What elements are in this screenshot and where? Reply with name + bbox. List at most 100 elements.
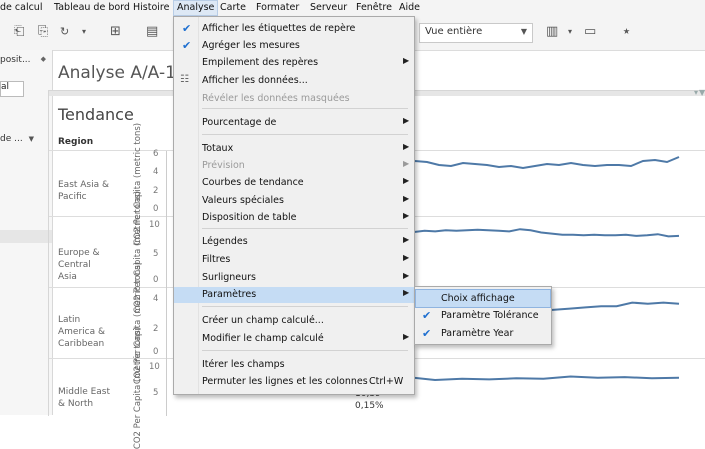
device-box-label: al [1, 82, 10, 92]
chevron-down-icon: ▼ [520, 27, 527, 36]
submenu-arrow-icon: ▶ [403, 116, 410, 125]
size-dropdown-label: de ... [0, 134, 23, 144]
menu-window[interactable]: Fenêtre [356, 2, 392, 13]
menu-item-label: Disposition de table [202, 212, 297, 223]
menu-item: Prévision ▶ [174, 158, 414, 174]
menu-item[interactable]: Permuter les lignes et les colonnes Ctrl+… [174, 374, 414, 390]
mark-label-percent: 0,15% [355, 401, 384, 411]
submenu-arrow-icon: ▶ [403, 159, 410, 168]
menu-item-label: Pourcentage de [202, 117, 277, 128]
menu-item-label: Surligneurs [202, 272, 257, 283]
chevron-down-icon: ◆ [40, 55, 46, 63]
presentation-icon[interactable]: ▭ [584, 24, 596, 39]
parameters-submenu: Choix affichage ✔ Paramètre Tolérance ✔ Para… [414, 286, 552, 345]
left-pane: posit... ◆ al de ... ▼ [0, 50, 53, 415]
analysis-menu: ✔ Afficher les étiquettes de repère ✔ Agrég… [173, 16, 415, 395]
menu-item-label: Empilement des repères [202, 57, 319, 68]
menu-item-label: Légendes [202, 236, 248, 247]
menu-item[interactable]: Pourcentage de ▶ [174, 115, 414, 131]
menu-analysis[interactable]: Analyse [173, 0, 219, 16]
menu-item-label: Créer un champ calculé... [202, 315, 324, 326]
menu-item-label: Totaux [202, 143, 234, 154]
size-dropdown[interactable]: de ... ▼ [0, 134, 46, 144]
check-icon: ✔ [182, 22, 192, 35]
menu-item-label: Valeurs spéciales [202, 195, 284, 206]
menu-item[interactable]: Empilement des repères ▶ [174, 55, 414, 71]
menu-story[interactable]: Histoire [133, 2, 169, 13]
menu-item-label: Courbes de tendance [202, 177, 304, 188]
submenu-item[interactable]: ✔ Paramètre Year [416, 325, 550, 342]
chevron-down-icon[interactable]: ▾ [568, 27, 572, 36]
submenu-arrow-icon: ▶ [403, 332, 410, 341]
menu-item[interactable]: ☷ Afficher les données... [174, 73, 414, 89]
menu-server[interactable]: Serveur [310, 2, 347, 13]
submenu-arrow-icon: ▶ [403, 288, 410, 297]
menu-item[interactable]: Créer un champ calculé... [174, 313, 414, 329]
submenu-arrow-icon: ▶ [403, 142, 410, 151]
menu-separator [202, 228, 408, 229]
menu-shortcut: Ctrl+W [369, 376, 404, 387]
view-size-select[interactable]: Vue entière ▼ [419, 23, 533, 43]
menu-worksheet[interactable]: de calcul [0, 2, 42, 13]
menu-help[interactable]: Aide [399, 2, 420, 13]
table-icon: ☷ [180, 74, 189, 85]
menu-item-label: Paramètres [202, 289, 257, 300]
menu-dashboard[interactable]: Tableau de bord [54, 2, 130, 13]
submenu-arrow-icon: ▶ [403, 211, 410, 220]
chevron-down-icon: ▼ [28, 135, 34, 143]
dashboard-title: Analyse A/A-1 [58, 63, 176, 83]
view-size-value: Vue entière [425, 26, 483, 37]
new-datasource-icon[interactable]: ⎗ [14, 24, 24, 39]
submenu-item-label: Paramètre Tolérance [441, 310, 539, 321]
share-icon[interactable]: ⭑ [623, 24, 630, 39]
menu-item-label: Agréger les mesures [202, 40, 300, 51]
menu-item-label: Permuter les lignes et les colonnes [202, 376, 368, 387]
menu-item-label: Prévision [202, 160, 245, 171]
submenu-arrow-icon: ▶ [403, 194, 410, 203]
duplicate-sheet-icon[interactable]: ⎘ [38, 24, 48, 39]
menu-item[interactable]: Surligneurs ▶ [174, 270, 414, 286]
submenu-arrow-icon: ▶ [403, 56, 410, 65]
show-me-icon[interactable]: ▥ [546, 24, 558, 39]
menu-item-label: Afficher les données... [202, 75, 308, 86]
layout-dropdown[interactable]: posit... ◆ [0, 55, 46, 69]
menu-format[interactable]: Formater [256, 2, 299, 13]
menu-item[interactable]: Valeurs spéciales ▶ [174, 193, 414, 209]
submenu-item[interactable]: ✔ Paramètre Tolérance [416, 307, 550, 324]
submenu-item-label: Choix affichage [441, 293, 515, 304]
menu-item[interactable]: Légendes ▶ [174, 234, 414, 250]
menu-bar: de calcul Tableau de bord Histoire Analy… [0, 0, 705, 17]
menu-item: Révéler les données masquées [174, 91, 414, 107]
menu-item[interactable]: Totaux ▶ [174, 141, 414, 157]
add-sheet-icon[interactable]: ⊞ [110, 24, 121, 39]
menu-item[interactable]: ✔ Agréger les mesures [174, 38, 414, 54]
submenu-arrow-icon: ▶ [403, 271, 410, 280]
trend-line-series[interactable] [378, 156, 680, 173]
menu-item[interactable]: Itérer les champs [174, 357, 414, 373]
menu-item-label: Révéler les données masquées [202, 93, 350, 104]
menu-item[interactable]: Courbes de tendance ▶ [174, 175, 414, 191]
menu-item-label: Afficher les étiquettes de repère [202, 23, 356, 34]
menu-separator [202, 134, 408, 135]
menu-item[interactable]: Paramètres ▶ [174, 287, 414, 303]
menu-map[interactable]: Carte [220, 2, 246, 13]
check-icon: ✔ [422, 327, 432, 340]
submenu-arrow-icon: ▶ [403, 253, 410, 262]
menu-separator [202, 108, 408, 109]
submenu-item-label: Paramètre Year [441, 328, 514, 339]
menu-item[interactable]: Modifier le champ calculé ▶ [174, 331, 414, 347]
submenu-arrow-icon: ▶ [403, 235, 410, 244]
menu-item[interactable]: Filtres ▶ [174, 252, 414, 268]
menu-separator [202, 350, 408, 351]
menu-item[interactable]: ✔ Afficher les étiquettes de repère [174, 21, 414, 37]
refresh-icon[interactable]: ↻ [60, 25, 69, 38]
menu-item-label: Filtres [202, 254, 231, 265]
submenu-item[interactable]: Choix affichage [415, 289, 551, 308]
chevron-down-icon[interactable]: ▾ [82, 27, 86, 36]
check-icon: ✔ [182, 39, 192, 52]
trend-line-series[interactable] [413, 228, 680, 238]
menu-item[interactable]: Disposition de table ▶ [174, 210, 414, 226]
chart-icon[interactable]: ▤ [146, 24, 158, 39]
selected-pane-item[interactable] [0, 230, 52, 243]
device-box[interactable]: al [0, 81, 24, 97]
